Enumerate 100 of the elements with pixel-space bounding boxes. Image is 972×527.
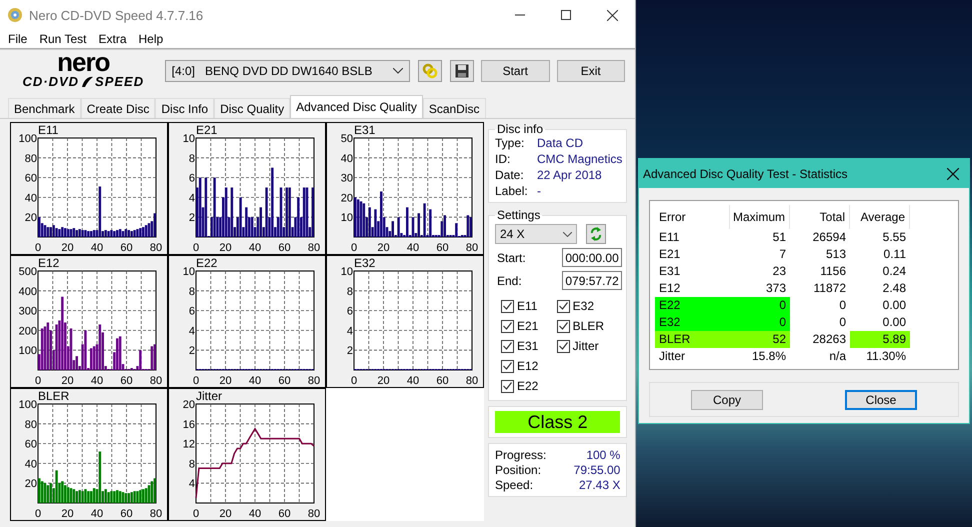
table-cell-text: E31 xyxy=(658,263,682,280)
dialog-button[interactable]: Copy xyxy=(691,390,763,410)
axis-tick-label: 80 xyxy=(24,152,37,165)
axis-tick-label: 60 xyxy=(278,508,291,519)
info-value: - xyxy=(537,184,542,198)
chart-title: E32 xyxy=(354,256,376,270)
table-cell: E32 xyxy=(655,314,730,331)
table-cell: E22 xyxy=(655,297,730,314)
axis-tick-label: 0 xyxy=(34,375,42,386)
axis-tick-label: 80 xyxy=(308,242,320,253)
table-cell-text: n/a xyxy=(828,348,847,365)
tab[interactable]: Disc Info xyxy=(155,98,214,118)
speed-dropdown[interactable]: 24 X xyxy=(495,224,577,244)
start-time-field[interactable]: 000:00.00 xyxy=(562,248,622,267)
axis-tick-label: 12 xyxy=(182,438,195,451)
axis-tick-label: 20 xyxy=(377,375,390,386)
axis-tick-label: 60 xyxy=(436,375,449,386)
info-label: Date: xyxy=(495,168,525,182)
progress-label: Speed: xyxy=(495,478,534,492)
exit-button[interactable]: Exit xyxy=(556,60,625,82)
axis-tick-label: 40 xyxy=(90,242,104,253)
info-value: 22 Apr 2018 xyxy=(537,168,603,182)
tab[interactable]: Benchmark xyxy=(8,98,81,118)
logo-text: nero xyxy=(57,49,110,76)
table-cell: 5.89 xyxy=(850,331,910,348)
table-cell-text: 0.00 xyxy=(882,297,907,314)
axis-tick-label: 30 xyxy=(340,172,353,185)
column-header: Average xyxy=(850,205,910,229)
checkbox-label: E21 xyxy=(517,319,538,333)
table-cell-text: 7 xyxy=(778,246,787,263)
column-header: Error xyxy=(655,205,730,229)
chart-title: E12 xyxy=(38,256,60,270)
field-label: End: xyxy=(497,274,522,288)
chart-title: E21 xyxy=(196,123,218,137)
end-time-field[interactable]: 079:57.72 xyxy=(562,271,622,290)
axis-tick-label: 8 xyxy=(188,152,195,165)
progress-label: Position: xyxy=(495,463,542,477)
axis-tick-label: 80 xyxy=(150,508,162,519)
axis-tick-label: 4 xyxy=(188,192,195,204)
axis-tick-label: 20 xyxy=(219,508,232,519)
axis-tick-label: 16 xyxy=(182,418,195,431)
quality-class-indicator: Class 2 xyxy=(495,411,620,433)
chart-title: BLER xyxy=(38,389,70,403)
axis-tick-label: 60 xyxy=(436,242,449,253)
axis-tick-label: 20 xyxy=(24,478,37,490)
info-value: CMC Magnetics xyxy=(537,152,622,166)
axis-tick-label: 20 xyxy=(219,375,232,386)
axis-tick-label: 40 xyxy=(24,192,37,204)
dialog-title: Advanced Disc Quality Test - Statistics xyxy=(643,166,848,180)
table-cell-text: E12 xyxy=(658,280,682,297)
column-header: Maximum xyxy=(730,205,790,229)
menu-item[interactable]: Extra xyxy=(92,30,132,48)
table-cell-text: 11.30% xyxy=(865,348,907,365)
menu-item[interactable]: File xyxy=(2,30,34,48)
axis-tick-label: 200 xyxy=(18,325,37,338)
tab[interactable]: Advanced Disc Quality xyxy=(290,95,423,118)
progress-value: 79:55.00 xyxy=(572,463,620,477)
axis-tick-label: 40 xyxy=(340,152,353,165)
axis-tick-label: 10 xyxy=(340,266,353,278)
axis-tick-label: 40 xyxy=(90,508,104,519)
table-cell-text: 373 xyxy=(764,280,787,297)
chart-title: E11 xyxy=(38,123,58,137)
tab[interactable]: Create Disc xyxy=(80,98,156,118)
axis-tick-label: 60 xyxy=(24,438,37,451)
table-cell: BLER xyxy=(655,331,730,348)
axis-tick-label: 80 xyxy=(308,508,320,519)
axis-tick-label: 100 xyxy=(18,345,37,358)
axis-tick-label: 8 xyxy=(188,458,195,470)
axis-tick-label: 8 xyxy=(346,286,353,298)
menu-item[interactable]: Run Test xyxy=(33,30,92,48)
axis-tick-label: 50 xyxy=(340,133,353,145)
axis-tick-label: 20 xyxy=(377,242,390,253)
axis-tick-label: 2 xyxy=(346,345,353,358)
dialog-button[interactable]: Close xyxy=(845,390,917,410)
axis-tick-label: 80 xyxy=(24,418,37,431)
table-cell-text: 15.8% xyxy=(750,348,787,365)
tab[interactable]: Disc Quality xyxy=(214,98,290,118)
axis-tick-label: 40 xyxy=(248,242,262,253)
drive-dropdown[interactable]: [4:0] BENQ DVD DD DW1640 BSLB xyxy=(164,60,410,82)
logo-text: SPEED xyxy=(95,75,144,88)
table-cell-text: 0 xyxy=(838,314,847,331)
axis-tick-label: 20 xyxy=(61,375,74,386)
checkbox-label: E31 xyxy=(517,339,538,353)
tab[interactable]: ScanDisc xyxy=(422,98,486,118)
axis-tick-label: 6 xyxy=(346,306,353,318)
axis-tick-label: 40 xyxy=(248,375,262,386)
info-label: Type: xyxy=(495,136,526,150)
axis-tick-label: 60 xyxy=(278,242,291,253)
info-label: ID: xyxy=(495,152,512,166)
axis-tick-label: 60 xyxy=(120,242,133,253)
chart-title: Jitter xyxy=(196,389,222,403)
table-cell-text: 0.11 xyxy=(882,246,907,263)
table-cell-text: E21 xyxy=(658,246,682,263)
progress-value: 27.43 X xyxy=(578,478,620,492)
axis-tick-label: 10 xyxy=(182,133,195,145)
axis-tick-label: 8 xyxy=(188,286,195,298)
checkbox-label: E11 xyxy=(517,299,538,313)
table-cell-text: 28263 xyxy=(812,331,847,348)
start-button[interactable]: Start xyxy=(481,60,550,82)
menu-item[interactable]: Help xyxy=(132,30,170,48)
